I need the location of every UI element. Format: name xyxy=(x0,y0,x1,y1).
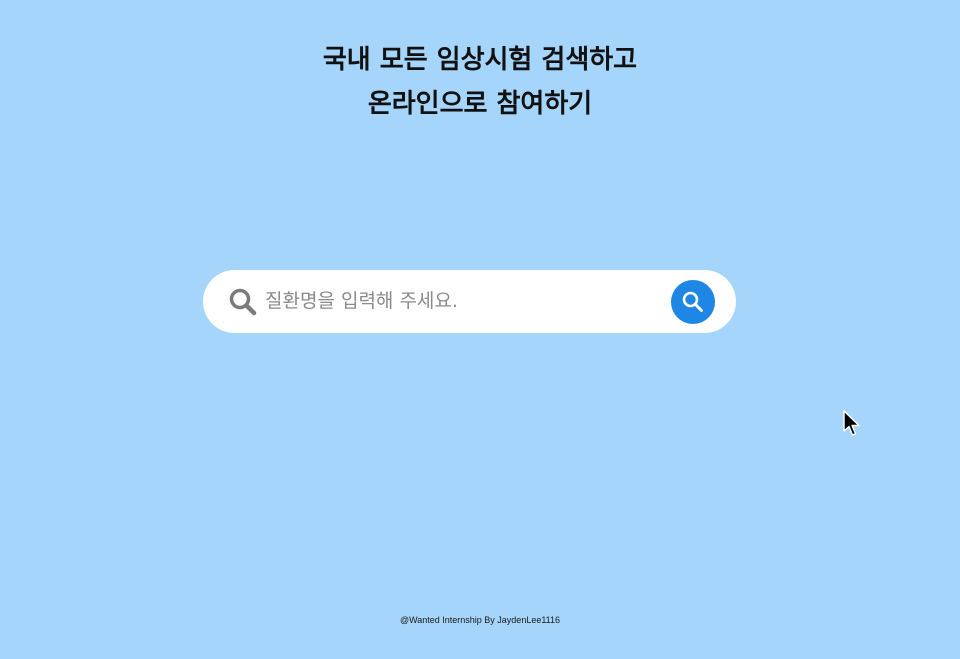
search-bar xyxy=(203,270,736,333)
search-button[interactable] xyxy=(671,280,715,324)
headline-line-2: 온라인으로 참여하기 xyxy=(367,89,593,119)
search-input[interactable] xyxy=(265,282,665,320)
search-icon xyxy=(228,287,258,317)
footer-credit: @Wanted Internship By JaydenLee1116 xyxy=(399,615,561,625)
page-headline: 국내 모든 임상시험 검색하고 온라인으로 참여하기 xyxy=(0,38,960,126)
headline-line-1: 국내 모든 임상시험 검색하고 xyxy=(322,45,638,75)
search-button-icon xyxy=(682,291,703,312)
mouse-pointer-icon xyxy=(843,410,860,436)
